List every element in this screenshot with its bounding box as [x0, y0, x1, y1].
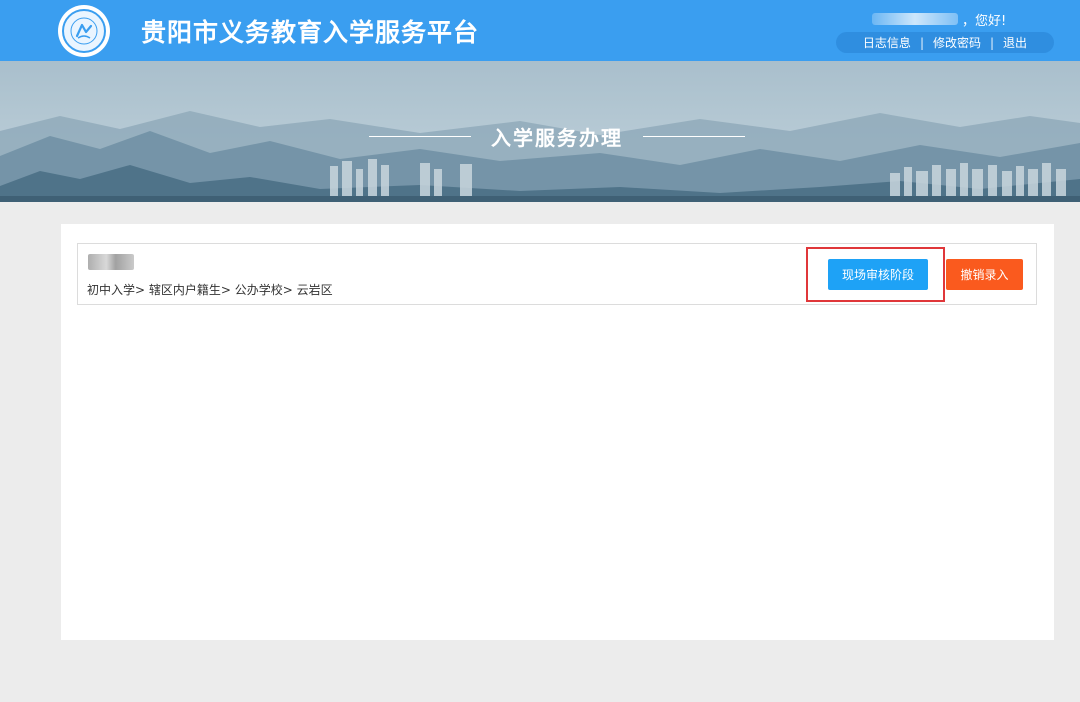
education-emblem-icon	[62, 9, 106, 53]
username-redacted	[872, 13, 958, 25]
log-info-link[interactable]: 日志信息	[863, 34, 911, 51]
main-panel: 初中入学> 辖区内户籍生> 公办学校> 云岩区 现场审核阶段 撤销录入	[61, 224, 1054, 640]
page-banner: 入学服务办理	[0, 61, 1080, 202]
logout-link[interactable]: 退出	[1003, 34, 1027, 51]
enrollment-path: 初中入学> 辖区内户籍生> 公办学校> 云岩区	[87, 283, 333, 297]
left-divider	[369, 135, 471, 137]
change-password-link[interactable]: 修改密码	[933, 34, 981, 51]
cancel-entry-button[interactable]: 撤销录入	[946, 259, 1023, 290]
separator: |	[990, 35, 995, 50]
greeting-text: ，您好!	[962, 13, 1007, 29]
user-greeting: ，您好!	[872, 10, 1007, 29]
site-title: 贵阳市义务教育入学服务平台	[141, 18, 480, 47]
banner-title: 入学服务办理	[491, 125, 623, 150]
site-logo[interactable]	[58, 5, 110, 57]
top-header: 贵阳市义务教育入学服务平台 ，您好! 日志信息 | 修改密码 | 退出	[0, 0, 1080, 61]
user-links-bar: 日志信息 | 修改密码 | 退出	[836, 32, 1054, 53]
right-divider	[643, 135, 745, 137]
student-name-redacted	[88, 254, 134, 270]
enrollment-record-card: 初中入学> 辖区内户籍生> 公办学校> 云岩区 现场审核阶段 撤销录入	[77, 243, 1037, 305]
separator: |	[919, 35, 924, 50]
banner-heading: 入学服务办理	[362, 123, 752, 150]
onsite-review-stage-button[interactable]: 现场审核阶段	[828, 259, 928, 290]
